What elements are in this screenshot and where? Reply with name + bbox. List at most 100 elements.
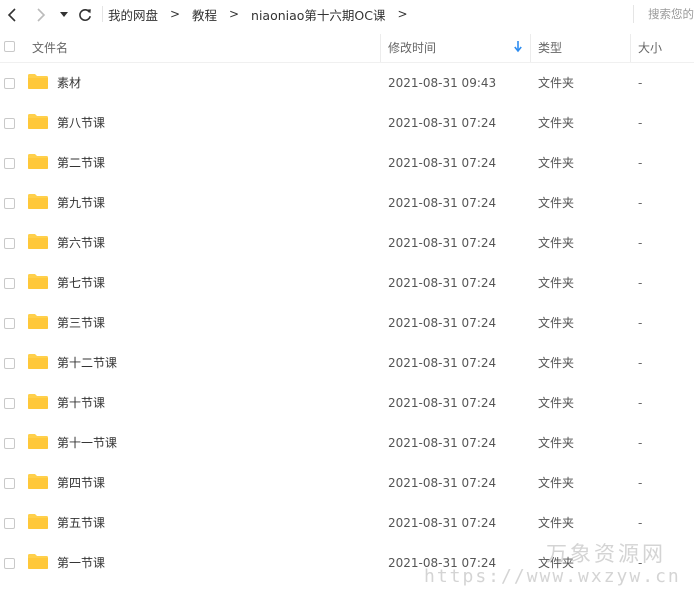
- chevron-right-icon: [37, 8, 46, 22]
- file-modified-time: 2021-08-31 07:24: [388, 316, 497, 330]
- file-type: 文件夹: [538, 76, 575, 90]
- row-checkbox[interactable]: [4, 278, 15, 289]
- watermark-text: 万象资源网: [546, 542, 666, 566]
- file-type: 文件夹: [538, 116, 575, 130]
- file-type: 文件夹: [538, 276, 575, 290]
- file-type: 文件夹: [538, 156, 575, 170]
- row-checkbox[interactable]: [4, 478, 15, 489]
- breadcrumb: 我的网盘 > 教程 > niaoniao第十六期OC课 >: [108, 0, 420, 28]
- file-name[interactable]: 第三节课: [57, 303, 105, 343]
- column-header-size[interactable]: 大小: [638, 32, 662, 62]
- file-size: -: [638, 236, 643, 250]
- file-row[interactable]: 第十二节课 2021-08-31 07:24 文件夹 -: [0, 343, 694, 383]
- row-checkbox[interactable]: [4, 78, 15, 89]
- file-name[interactable]: 素材: [57, 63, 81, 103]
- folder-icon: [27, 73, 49, 90]
- breadcrumb-tutorials[interactable]: 教程: [192, 5, 217, 24]
- row-checkbox[interactable]: [4, 158, 15, 169]
- file-row[interactable]: 第三节课 2021-08-31 07:24 文件夹 -: [0, 303, 694, 343]
- row-checkbox[interactable]: [4, 398, 15, 409]
- select-all-checkbox[interactable]: [4, 41, 15, 52]
- search-divider: [633, 5, 634, 23]
- file-modified-time: 2021-08-31 07:24: [388, 156, 497, 170]
- file-name[interactable]: 第十二节课: [57, 343, 117, 383]
- file-list-header: 文件名 修改时间 类型 大小: [0, 32, 694, 63]
- file-modified-time: 2021-08-31 07:24: [388, 396, 497, 410]
- breadcrumb-my-drive[interactable]: 我的网盘: [108, 5, 158, 24]
- file-name[interactable]: 第五节课: [57, 503, 105, 543]
- file-row[interactable]: 第十节课 2021-08-31 07:24 文件夹 -: [0, 383, 694, 423]
- sort-descending-icon: [514, 41, 522, 56]
- column-divider: [530, 34, 531, 62]
- breadcrumb-separator: >: [169, 7, 181, 21]
- breadcrumb-separator[interactable]: >: [397, 7, 409, 21]
- forward-button[interactable]: [32, 4, 50, 26]
- file-modified-time: 2021-08-31 07:24: [388, 276, 497, 290]
- file-modified-time: 2021-08-31 07:24: [388, 356, 497, 370]
- file-size: -: [638, 276, 643, 290]
- refresh-button[interactable]: [76, 4, 94, 26]
- file-row[interactable]: 第六节课 2021-08-31 07:24 文件夹 -: [0, 223, 694, 263]
- history-dropdown-button[interactable]: [58, 4, 70, 26]
- file-row[interactable]: 第十一节课 2021-08-31 07:24 文件夹 -: [0, 423, 694, 463]
- file-row[interactable]: 第八节课 2021-08-31 07:24 文件夹 -: [0, 103, 694, 143]
- row-checkbox[interactable]: [4, 118, 15, 129]
- file-type: 文件夹: [538, 396, 575, 410]
- file-name[interactable]: 第九节课: [57, 183, 105, 223]
- file-size: -: [638, 356, 643, 370]
- folder-icon: [27, 113, 49, 130]
- toolbar-divider: [102, 6, 103, 22]
- file-modified-time: 2021-08-31 07:24: [388, 236, 497, 250]
- file-name[interactable]: 第六节课: [57, 223, 105, 263]
- row-checkbox[interactable]: [4, 318, 15, 329]
- file-name[interactable]: 第四节课: [57, 463, 105, 503]
- file-row[interactable]: 第九节课 2021-08-31 07:24 文件夹 -: [0, 183, 694, 223]
- file-row[interactable]: 第二节课 2021-08-31 07:24 文件夹 -: [0, 143, 694, 183]
- watermark-url: https://www.wxzyw.cn: [424, 566, 681, 587]
- folder-icon: [27, 153, 49, 170]
- file-name[interactable]: 第七节课: [57, 263, 105, 303]
- back-button[interactable]: [3, 4, 21, 26]
- folder-icon: [27, 433, 49, 450]
- file-type: 文件夹: [538, 196, 575, 210]
- file-name[interactable]: 第八节课: [57, 103, 105, 143]
- row-checkbox[interactable]: [4, 558, 15, 569]
- folder-icon: [27, 553, 49, 570]
- row-checkbox[interactable]: [4, 198, 15, 209]
- file-type: 文件夹: [538, 356, 575, 370]
- breadcrumb-separator: >: [229, 7, 240, 21]
- file-modified-time: 2021-08-31 07:24: [388, 436, 497, 450]
- file-name[interactable]: 第一节课: [57, 543, 105, 583]
- column-header-type[interactable]: 类型: [538, 32, 562, 62]
- row-checkbox[interactable]: [4, 358, 15, 369]
- column-header-name[interactable]: 文件名: [32, 32, 68, 62]
- column-header-modified[interactable]: 修改时间: [388, 32, 436, 62]
- column-divider: [380, 34, 381, 62]
- folder-icon: [27, 393, 49, 410]
- file-row[interactable]: 第四节课 2021-08-31 07:24 文件夹 -: [0, 463, 694, 503]
- folder-icon: [27, 473, 49, 490]
- file-name[interactable]: 第十节课: [57, 383, 105, 423]
- file-row[interactable]: 第五节课 2021-08-31 07:24 文件夹 -: [0, 503, 694, 543]
- row-checkbox[interactable]: [4, 238, 15, 249]
- file-list: 素材 2021-08-31 09:43 文件夹 - 第八节课 2021-08-31 07:…: [0, 63, 694, 583]
- file-modified-time: 2021-08-31 07:24: [388, 476, 497, 490]
- file-row[interactable]: 第七节课 2021-08-31 07:24 文件夹 -: [0, 263, 694, 303]
- file-name[interactable]: 第二节课: [57, 143, 105, 183]
- column-divider: [630, 34, 631, 62]
- row-checkbox[interactable]: [4, 518, 15, 529]
- folder-icon: [27, 193, 49, 210]
- file-modified-time: 2021-08-31 07:24: [388, 516, 497, 530]
- file-size: -: [638, 196, 643, 210]
- file-row[interactable]: 素材 2021-08-31 09:43 文件夹 -: [0, 63, 694, 103]
- breadcrumb-current-folder[interactable]: niaoniao第十六期OC课: [251, 5, 385, 24]
- file-name[interactable]: 第十一节课: [57, 423, 117, 463]
- file-modified-time: 2021-08-31 09:43: [388, 76, 497, 90]
- refresh-icon: [79, 9, 91, 21]
- search-input[interactable]: 搜索您的文件: [648, 0, 694, 28]
- row-checkbox[interactable]: [4, 438, 15, 449]
- file-size: -: [638, 516, 643, 530]
- folder-icon: [27, 233, 49, 250]
- file-type: 文件夹: [538, 436, 575, 450]
- file-type: 文件夹: [538, 236, 575, 250]
